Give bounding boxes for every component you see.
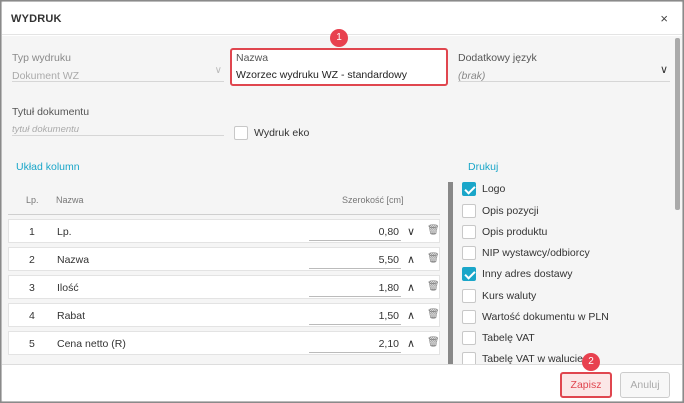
- print-option-label: Logo: [482, 183, 506, 195]
- chevron-up-icon[interactable]: ∧: [407, 281, 415, 294]
- wydruk-eko-label: Wydruk eko: [254, 127, 310, 139]
- row-nazwa: Ilość: [57, 282, 79, 294]
- table-row[interactable]: 2 Nazwa 5,50 ∧ 🗑: [8, 247, 440, 271]
- row-szerokosc-input[interactable]: 2,10: [351, 338, 399, 350]
- dialog-footer: Zapisz Anuluj: [2, 364, 682, 401]
- row-szerokosc-input[interactable]: 5,50: [351, 254, 399, 266]
- cancel-button[interactable]: Anuluj: [620, 372, 670, 398]
- row-nazwa: Rabat: [57, 310, 86, 322]
- table-row[interactable]: 5 Cena netto (R) 2,10 ∧ 🗑: [8, 331, 440, 355]
- chevron-up-icon[interactable]: ∧: [407, 309, 415, 322]
- row-nazwa: Nazwa: [57, 254, 90, 266]
- print-dialog: WYDRUK × Typ wydruku Dokument WZ ∨ Dodat…: [1, 1, 683, 402]
- tytul-dokumentu-field[interactable]: Tytuł dokumentu tytuł dokumentu: [12, 106, 224, 136]
- checkbox-checked[interactable]: [462, 182, 476, 196]
- dialog-title: WYDRUK: [11, 13, 62, 25]
- checkbox[interactable]: [462, 204, 476, 218]
- trash-icon[interactable]: 🗑: [427, 253, 440, 264]
- row-lp: 1: [29, 226, 35, 238]
- checkbox[interactable]: [462, 310, 476, 324]
- chevron-down-icon[interactable]: ∨: [407, 225, 415, 238]
- step-badge-1: 1: [330, 29, 348, 47]
- row-lp: 5: [29, 338, 35, 350]
- table-header-divider: [8, 214, 440, 215]
- typ-wydruku-field[interactable]: Typ wydruku Dokument WZ ∨: [12, 52, 224, 82]
- checkbox[interactable]: [462, 289, 476, 303]
- row-szerokosc-input[interactable]: 1,50: [351, 310, 399, 322]
- row-lp: 4: [29, 310, 35, 322]
- table-scrollbar[interactable]: [448, 182, 453, 364]
- checkbox[interactable]: [462, 246, 476, 260]
- trash-icon[interactable]: 🗑: [427, 281, 440, 292]
- checkbox[interactable]: [462, 331, 476, 345]
- chevron-down-icon: ∨: [659, 64, 668, 76]
- tytul-dokumentu-label: Tytuł dokumentu: [12, 106, 90, 118]
- header-lp: Lp.: [26, 195, 39, 205]
- tytul-dokumentu-input[interactable]: tytuł dokumentu: [12, 124, 224, 135]
- trash-icon[interactable]: 🗑: [427, 225, 440, 236]
- row-lp: 2: [29, 254, 35, 266]
- nazwa-input[interactable]: Wzorzec wydruku WZ - standardowy: [236, 69, 407, 81]
- nazwa-field[interactable]: Nazwa Wzorzec wydruku WZ - standardowy: [230, 48, 448, 86]
- checkbox[interactable]: [234, 126, 248, 140]
- chevron-up-icon[interactable]: ∧: [407, 253, 415, 266]
- dodatkowy-jezyk-field[interactable]: Dodatkowy język (brak) ∨: [458, 52, 670, 82]
- uklad-kolumn-title: Układ kolumn: [16, 161, 80, 173]
- print-option-label: NIP wystawcy/odbiorcy: [482, 247, 590, 259]
- table-row[interactable]: 3 Ilość 1,80 ∧ 🗑: [8, 275, 440, 299]
- print-option-label: Opis pozycji: [482, 205, 539, 217]
- trash-icon[interactable]: 🗑: [427, 309, 440, 320]
- header-nazwa: Nazwa: [56, 195, 84, 205]
- dodatkowy-jezyk-label: Dodatkowy język: [458, 52, 537, 64]
- chevron-down-icon: ∨: [214, 65, 222, 76]
- print-option-label: Wartość dokumentu w PLN: [482, 311, 609, 323]
- table-row[interactable]: 4 Rabat 1,50 ∧ 🗑: [8, 303, 440, 327]
- print-option-label: Kurs waluty: [482, 290, 537, 302]
- print-option-label: Tabelę VAT: [482, 332, 535, 344]
- print-option-label: Inny adres dostawy: [482, 268, 573, 280]
- close-icon[interactable]: ×: [660, 11, 668, 26]
- step-badge-2: 2: [582, 353, 600, 371]
- header-szerokosc: Szerokość [cm]: [342, 195, 404, 205]
- checkbox[interactable]: [462, 225, 476, 239]
- table-row[interactable]: 1 Lp. 0,80 ∨ 🗑: [8, 219, 440, 243]
- row-szerokosc-input[interactable]: 1,80: [351, 282, 399, 294]
- trash-icon[interactable]: 🗑: [427, 337, 440, 348]
- row-lp: 3: [29, 282, 35, 294]
- row-nazwa: Lp.: [57, 226, 72, 238]
- row-nazwa: Cena netto (R): [57, 338, 126, 350]
- checkbox-checked[interactable]: [462, 267, 476, 281]
- chevron-up-icon[interactable]: ∧: [407, 337, 415, 350]
- drukuj-title: Drukuj: [468, 161, 499, 173]
- save-button[interactable]: Zapisz: [560, 372, 612, 398]
- row-szerokosc-input[interactable]: 0,80: [351, 226, 399, 238]
- nazwa-label: Nazwa: [236, 52, 269, 64]
- typ-wydruku-label: Typ wydruku: [12, 52, 71, 64]
- dialog-scrollbar[interactable]: [675, 38, 680, 210]
- print-option-label: Opis produktu: [482, 226, 548, 238]
